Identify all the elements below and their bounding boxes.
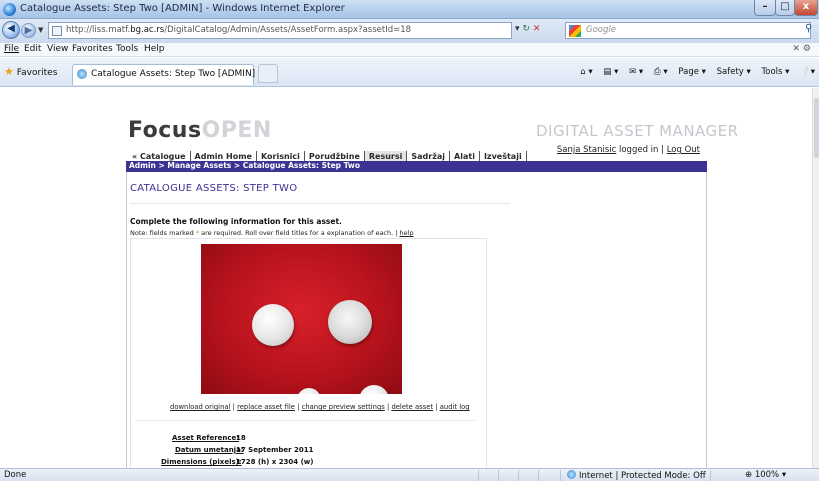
status-text: Done bbox=[4, 470, 27, 480]
site-navigation: « Catalogue Admin Home Korisnici Porudžbine… bbox=[128, 144, 527, 163]
tab-page-icon bbox=[77, 69, 87, 79]
app-tagline: DIGITAL ASSET MANAGER bbox=[536, 122, 739, 140]
toolbar-close-icon[interactable]: ✕ ⚙ bbox=[793, 44, 811, 54]
menu-favorites[interactable]: Favorites bbox=[72, 44, 113, 54]
breadcrumb-text[interactable]: Admin > Manage Assets > Catalogue Assets… bbox=[129, 161, 360, 170]
delete-asset-link[interactable]: delete asset bbox=[391, 403, 433, 411]
safety-menu[interactable]: Safety ▾ bbox=[717, 67, 751, 77]
globe-icon bbox=[567, 470, 576, 479]
user-name-link[interactable]: Sanja Stanisic bbox=[557, 145, 616, 155]
minimize-button[interactable]: – bbox=[754, 0, 776, 16]
address-toolbar: ◀ ▶ ▼ http://liss.matf.bg.ac.rs/DigitalC… bbox=[0, 19, 819, 43]
field-label: Datum umetanja: bbox=[175, 446, 244, 454]
google-icon bbox=[569, 25, 581, 37]
logout-link[interactable]: Log Out bbox=[667, 145, 700, 155]
search-placeholder: Google bbox=[586, 25, 616, 35]
minimize-icon: – bbox=[762, 1, 768, 12]
menu-bar: File Edit View Favorites Tools Help ✕ ⚙ bbox=[0, 43, 819, 57]
scrollbar-thumb[interactable] bbox=[814, 98, 819, 158]
coin-image-part bbox=[328, 300, 372, 344]
user-info: Sanja Stanisic logged in | Log Out bbox=[556, 145, 700, 155]
audit-log-link[interactable]: audit log bbox=[440, 403, 470, 411]
forward-arrow-icon: ▶ bbox=[24, 25, 33, 36]
maximize-icon: □ bbox=[780, 1, 790, 12]
asset-actions: download original | replace asset file |… bbox=[170, 403, 470, 411]
breadcrumb: Admin > Manage Assets > Catalogue Assets… bbox=[126, 161, 707, 172]
search-box[interactable]: Google bbox=[565, 22, 811, 39]
close-icon: x bbox=[802, 1, 810, 12]
vertical-scrollbar[interactable] bbox=[812, 88, 819, 468]
divider bbox=[130, 203, 510, 204]
menu-help[interactable]: Help bbox=[144, 44, 165, 54]
coin-image-part bbox=[252, 304, 294, 346]
tab-title: Catalogue Assets: Step Two [ADMIN] bbox=[91, 69, 256, 79]
field-label: Asset Reference: bbox=[172, 434, 240, 442]
favorites-button[interactable]: ★ Favorites bbox=[4, 65, 57, 78]
address-dropdown-icon[interactable]: ▾ bbox=[515, 24, 520, 34]
page-icon bbox=[52, 26, 62, 36]
page-viewport: FocusOPEN DIGITAL ASSET MANAGER « Catalo… bbox=[0, 88, 812, 468]
address-bar[interactable]: http://liss.matf.bg.ac.rs/DigitalCatalog… bbox=[48, 22, 512, 39]
home-icon[interactable]: ⌂ ▾ bbox=[580, 67, 592, 77]
change-preview-settings-link[interactable]: change preview settings bbox=[302, 403, 385, 411]
help-link[interactable]: help bbox=[400, 229, 414, 237]
page-menu[interactable]: Page ▾ bbox=[678, 67, 706, 77]
refresh-icon[interactable]: ↻ bbox=[522, 24, 530, 34]
stop-icon[interactable]: ✕ bbox=[533, 24, 541, 34]
focusopen-logo[interactable]: FocusOPEN bbox=[128, 118, 272, 143]
field-value: 18 bbox=[236, 434, 246, 442]
new-tab-button[interactable] bbox=[258, 64, 278, 83]
form-note: Note: fields marked * are required. Roll… bbox=[130, 229, 414, 237]
command-bar: ⌂ ▾ ▤ ▾ ✉ ▾ ⎙ ▾ Page ▾ Safety ▾ Tools ▾ … bbox=[572, 67, 815, 77]
help-icon[interactable]: ❔▾ bbox=[800, 67, 815, 77]
menu-file[interactable]: File bbox=[4, 44, 19, 54]
status-bar: Done Internet | Protected Mode: Off ⊕ 10… bbox=[0, 468, 819, 481]
close-button[interactable]: x bbox=[794, 0, 818, 16]
asset-preview-image[interactable] bbox=[201, 244, 402, 394]
tab-bar: ★ Favorites Catalogue Assets: Step Two [… bbox=[0, 58, 819, 87]
replace-asset-file-link[interactable]: replace asset file bbox=[237, 403, 295, 411]
coin-image-part bbox=[297, 388, 321, 394]
back-button[interactable]: ◀ bbox=[2, 21, 20, 39]
security-zone[interactable]: Internet | Protected Mode: Off bbox=[567, 470, 706, 481]
forward-button[interactable]: ▶ bbox=[21, 23, 36, 38]
ie-logo-icon bbox=[3, 3, 16, 16]
menu-tools[interactable]: Tools bbox=[116, 44, 138, 54]
zoom-level[interactable]: ⊕ 100% ▾ bbox=[745, 470, 786, 480]
search-icon[interactable]: ⚲ bbox=[805, 23, 812, 34]
address-tools: ▾ ↻ ✕ bbox=[515, 24, 540, 34]
tab-catalogue-assets[interactable]: Catalogue Assets: Step Two [ADMIN] bbox=[72, 64, 256, 85]
field-value: 17 September 2011 bbox=[236, 446, 314, 454]
zoom-icon: ⊕ bbox=[745, 470, 755, 480]
field-value: 1728 (h) x 2304 (w) bbox=[236, 458, 314, 466]
form-intro: Complete the following information for t… bbox=[130, 217, 342, 226]
divider bbox=[135, 420, 475, 421]
download-original-link[interactable]: download original bbox=[170, 403, 230, 411]
feeds-icon[interactable]: ▤ ▾ bbox=[603, 67, 618, 77]
print-icon[interactable]: ⎙ ▾ bbox=[654, 67, 668, 77]
maximize-button[interactable]: □ bbox=[775, 0, 795, 16]
url-text[interactable]: http://liss.matf.bg.ac.rs/DigitalCatalog… bbox=[66, 25, 411, 35]
window-title-bar[interactable]: Catalogue Assets: Step Two [ADMIN] - Win… bbox=[0, 0, 819, 19]
star-icon: ★ bbox=[4, 65, 14, 78]
coin-image-part bbox=[359, 385, 389, 394]
window-title: Catalogue Assets: Step Two [ADMIN] - Win… bbox=[20, 3, 345, 14]
recent-pages-dropdown-icon[interactable]: ▼ bbox=[38, 26, 43, 34]
field-label: Dimensions (pixels): bbox=[161, 458, 242, 466]
page-title: CATALOGUE ASSETS: STEP TWO bbox=[130, 183, 298, 194]
menu-view[interactable]: View bbox=[47, 44, 68, 54]
menu-edit[interactable]: Edit bbox=[24, 44, 41, 54]
tools-menu[interactable]: Tools ▾ bbox=[762, 67, 790, 77]
back-arrow-icon: ◀ bbox=[7, 23, 15, 34]
mail-icon[interactable]: ✉ ▾ bbox=[629, 67, 643, 77]
